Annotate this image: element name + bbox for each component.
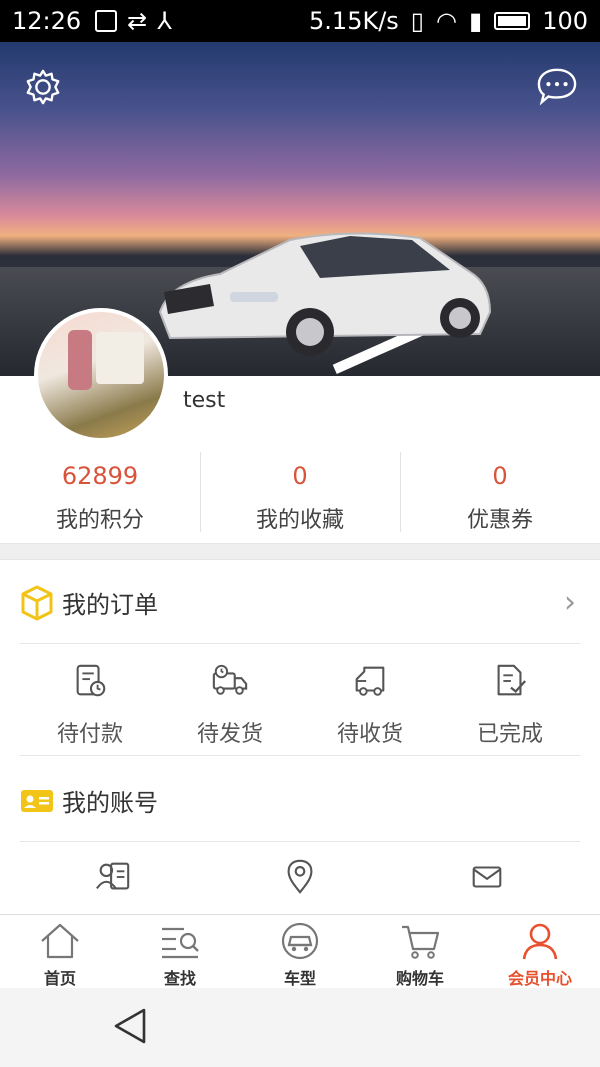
tab-label: 车型 (283, 969, 316, 988)
wifi-icon: ◠ (436, 7, 457, 35)
member-icon (522, 923, 558, 960)
car-image (158, 232, 492, 356)
tab-member-center[interactable]: 会员中心 (480, 915, 600, 988)
tab-label: 会员中心 (507, 969, 572, 988)
order-status-label: 待发货 (196, 722, 263, 747)
order-status-grid: 待付款 待发货 待收货 已完成 (20, 646, 580, 756)
battery-icon (494, 12, 531, 30)
profile-card-icon (96, 862, 130, 890)
username: test (183, 388, 226, 413)
tab-label: 查找 (163, 969, 196, 988)
battery-level: 100 (542, 7, 588, 35)
account-address[interactable] (207, 842, 394, 914)
order-pending-receipt[interactable]: 待收货 (300, 646, 440, 755)
stat-label: 优惠券 (466, 508, 533, 533)
account-profile[interactable] (20, 842, 207, 914)
network-speed: 5.15K/s (309, 7, 399, 35)
avatar[interactable] (34, 308, 168, 442)
car-icon (281, 922, 319, 960)
section-divider (0, 544, 600, 560)
stat-label: 我的收藏 (255, 508, 344, 533)
stat-favorites[interactable]: 0 我的收藏 (200, 452, 400, 543)
order-pending-shipment[interactable]: 待发货 (160, 646, 300, 755)
system-nav-bar (0, 988, 600, 1067)
tab-search[interactable]: 查找 (120, 915, 240, 988)
home-icon (41, 923, 79, 959)
my-orders-header[interactable]: 我的订单 › (20, 562, 580, 644)
location-pin-icon (287, 859, 313, 894)
tab-cart[interactable]: 购物车 (360, 915, 480, 988)
stats-row: 62899 我的积分 0 我的收藏 0 优惠券 (0, 452, 600, 544)
share-icon: ⅄ (157, 7, 172, 35)
settings-icon[interactable] (24, 68, 62, 106)
truck-clock-icon (212, 664, 248, 695)
stat-points[interactable]: 62899 我的积分 (0, 452, 200, 543)
pending-payment-icon (76, 664, 106, 697)
bottom-tab-bar: 首页 查找 车型 购物车 会员中心 (0, 914, 600, 988)
id-card-icon (21, 789, 53, 812)
section-title: 我的订单 (62, 591, 158, 619)
search-list-icon (162, 927, 199, 959)
tab-car-models[interactable]: 车型 (240, 915, 360, 988)
account-messages[interactable] (393, 842, 580, 914)
back-icon[interactable] (112, 1006, 148, 1046)
message-icon[interactable] (536, 66, 578, 106)
signal-icon: ▮ (468, 7, 483, 35)
doc-check-icon (497, 664, 527, 696)
notification-icon (95, 10, 118, 32)
status-bar: 12:26 ⇄ ⅄ 5.15K/s ▯ ◠ ▮ 100 (0, 0, 600, 42)
order-status-label: 待付款 (56, 722, 123, 747)
tab-label: 首页 (43, 969, 76, 988)
account-grid (20, 842, 580, 914)
status-time: 12:26 (12, 7, 82, 35)
truck-receive-icon (355, 666, 385, 696)
section-title: 我的账号 (62, 789, 158, 817)
order-completed[interactable]: 已完成 (440, 646, 580, 755)
chevron-right-icon: › (564, 585, 576, 620)
vibrate-icon: ▯ (410, 7, 425, 35)
mail-icon (472, 866, 502, 888)
stat-value: 0 (292, 462, 308, 490)
my-account-header[interactable]: 我的账号 (20, 760, 580, 842)
stat-value: 62899 (61, 462, 139, 490)
order-pending-payment[interactable]: 待付款 (20, 646, 160, 755)
order-status-label: 待收货 (336, 722, 403, 747)
box-icon (21, 585, 53, 620)
tab-label: 购物车 (395, 969, 444, 988)
stat-coupons[interactable]: 0 优惠券 (400, 452, 600, 543)
stat-label: 我的积分 (55, 508, 144, 533)
stat-value: 0 (492, 462, 508, 490)
tab-home[interactable]: 首页 (0, 915, 120, 988)
usb-icon: ⇄ (127, 7, 148, 35)
order-status-label: 已完成 (476, 722, 543, 747)
cart-icon (402, 925, 440, 959)
